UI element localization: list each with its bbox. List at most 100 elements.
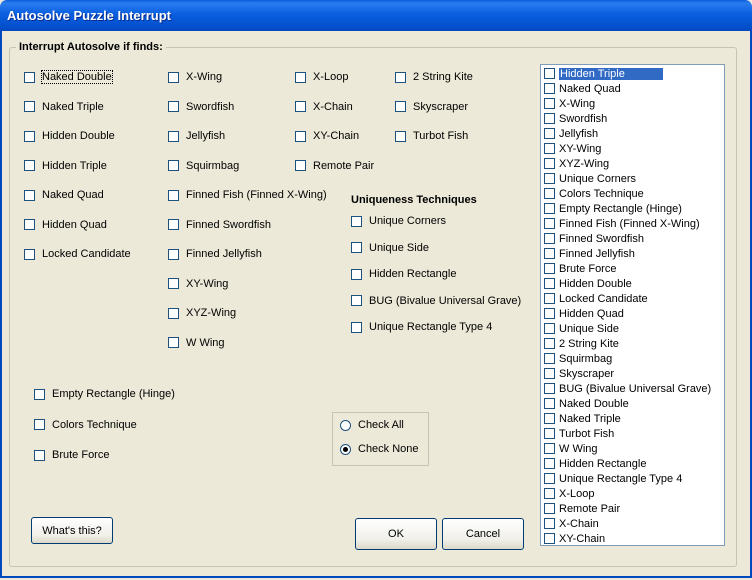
checkbox-unique-corners[interactable]: Unique Corners — [351, 215, 446, 227]
checkbox-box[interactable] — [351, 295, 362, 306]
checkbox-box[interactable] — [395, 71, 406, 83]
list-item-checkbox[interactable] — [544, 458, 555, 469]
checkbox-x-loop[interactable]: X-Loop — [295, 71, 348, 83]
checkbox-box[interactable] — [395, 101, 406, 112]
list-item[interactable]: Squirmbag — [541, 351, 724, 366]
list-item[interactable]: Unique Corners — [541, 171, 724, 186]
checkbox-x-chain[interactable]: X-Chain — [295, 101, 353, 113]
checkbox-remote-pair[interactable]: Remote Pair — [295, 160, 374, 172]
checkbox-brute-force[interactable]: Brute Force — [34, 449, 109, 461]
checkbox-box[interactable] — [168, 337, 179, 348]
list-item[interactable]: Finned Fish (Finned X-Wing) — [541, 216, 724, 231]
list-item-checkbox[interactable] — [544, 113, 555, 124]
list-item-checkbox[interactable] — [544, 443, 555, 454]
checkbox-finned-swordfish[interactable]: Finned Swordfish — [168, 219, 271, 231]
list-item-checkbox[interactable] — [544, 173, 555, 184]
list-item[interactable]: XY-Wing — [541, 141, 724, 156]
list-item[interactable]: Locked Candidate — [541, 291, 724, 306]
list-item[interactable]: Finned Swordfish — [541, 231, 724, 246]
list-item-checkbox[interactable] — [544, 368, 555, 379]
checkbox-xyz-wing[interactable]: XYZ-Wing — [168, 307, 236, 319]
list-item-checkbox[interactable] — [544, 488, 555, 499]
list-item[interactable]: Remote Pair — [541, 501, 724, 516]
checkbox-xy-chain[interactable]: XY-Chain — [295, 130, 359, 142]
list-item[interactable]: W Wing — [541, 441, 724, 456]
checkbox-box[interactable] — [168, 248, 179, 260]
checkbox-w-wing[interactable]: W Wing — [168, 337, 225, 349]
checkbox-box[interactable] — [34, 388, 45, 400]
list-item-checkbox[interactable] — [544, 533, 555, 544]
check-none-radio-dot[interactable] — [340, 443, 351, 455]
list-item-checkbox[interactable] — [544, 83, 555, 94]
title-bar[interactable]: Autosolve Puzzle Interrupt — [0, 0, 752, 31]
list-item-checkbox[interactable] — [544, 383, 555, 394]
checkbox-skyscraper[interactable]: Skyscraper — [395, 101, 468, 113]
checkbox-box[interactable] — [295, 71, 306, 83]
list-item[interactable]: Unique Side — [541, 321, 724, 336]
list-item[interactable]: Brute Force — [541, 261, 724, 276]
list-item-checkbox[interactable] — [544, 278, 555, 289]
checkbox-hidden-quad[interactable]: Hidden Quad — [24, 219, 107, 231]
check-all-radio-dot[interactable] — [340, 419, 351, 431]
checkbox-box[interactable] — [34, 419, 45, 430]
list-item[interactable]: Naked Triple — [541, 411, 724, 426]
checkbox-colors-technique[interactable]: Colors Technique — [34, 419, 137, 431]
list-item-checkbox[interactable] — [544, 308, 555, 319]
checkbox-swordfish[interactable]: Swordfish — [168, 101, 234, 113]
checkbox-naked-triple[interactable]: Naked Triple — [24, 101, 104, 113]
checkbox-hidden-triple[interactable]: Hidden Triple — [24, 160, 107, 172]
checkbox-box[interactable] — [24, 160, 35, 171]
list-item[interactable]: Hidden Quad — [541, 306, 724, 321]
checkbox-box[interactable] — [24, 189, 35, 201]
checkbox-box[interactable] — [168, 219, 179, 230]
list-item[interactable]: X-Chain — [541, 516, 724, 531]
checkbox-finned-fish-finned-x-wing[interactable]: Finned Fish (Finned X-Wing) — [168, 189, 327, 201]
list-item-checkbox[interactable] — [544, 98, 555, 109]
checkbox-hidden-double[interactable]: Hidden Double — [24, 130, 115, 142]
checkbox-box[interactable] — [34, 449, 45, 461]
list-item-checkbox[interactable] — [544, 413, 555, 424]
list-item[interactable]: Hidden Rectangle — [541, 456, 724, 471]
list-item[interactable]: BUG (Bivalue Universal Grave) — [541, 381, 724, 396]
checkbox-jellyfish[interactable]: Jellyfish — [168, 130, 225, 142]
checkbox-hidden-rectangle[interactable]: Hidden Rectangle — [351, 268, 456, 280]
check-all-radio[interactable]: Check All — [340, 419, 404, 431]
checkbox-box[interactable] — [168, 130, 179, 142]
checkbox-naked-double[interactable]: Naked Double — [24, 70, 113, 84]
checkbox-box[interactable] — [351, 268, 362, 280]
checkbox-box[interactable] — [168, 189, 179, 201]
list-item[interactable]: XYZ-Wing — [541, 156, 724, 171]
checkbox-box[interactable] — [24, 71, 35, 83]
checkbox-finned-jellyfish[interactable]: Finned Jellyfish — [168, 248, 262, 260]
checkbox-bug-bivalue-universal-grave[interactable]: BUG (Bivalue Universal Grave) — [351, 295, 521, 307]
list-item-checkbox[interactable] — [544, 218, 555, 229]
list-item-checkbox[interactable] — [544, 518, 555, 529]
checkbox-box[interactable] — [24, 219, 35, 230]
list-item[interactable]: Finned Jellyfish — [541, 246, 724, 261]
list-item-checkbox[interactable] — [544, 428, 555, 439]
checkbox-2-string-kite[interactable]: 2 String Kite — [395, 71, 473, 83]
checkbox-box[interactable] — [24, 248, 35, 260]
list-item[interactable]: Naked Double — [541, 396, 724, 411]
checkbox-locked-candidate[interactable]: Locked Candidate — [24, 248, 131, 260]
list-item-checkbox[interactable] — [544, 323, 555, 334]
checkbox-box[interactable] — [168, 160, 179, 171]
list-item[interactable]: Skyscraper — [541, 366, 724, 381]
checkbox-unique-side[interactable]: Unique Side — [351, 242, 429, 254]
list-item[interactable]: Unique Rectangle Type 4 — [541, 471, 724, 486]
list-item[interactable]: Jellyfish — [541, 126, 724, 141]
checkbox-box[interactable] — [295, 130, 306, 142]
whats-this-button[interactable]: What's this? — [31, 517, 113, 544]
list-item[interactable]: X-Wing — [541, 96, 724, 111]
checkbox-naked-quad[interactable]: Naked Quad — [24, 189, 104, 201]
list-item-checkbox[interactable] — [544, 158, 555, 169]
checkbox-box[interactable] — [168, 278, 179, 289]
cancel-button[interactable]: Cancel — [442, 518, 524, 550]
list-item[interactable]: X-Loop — [541, 486, 724, 501]
list-item-checkbox[interactable] — [544, 473, 555, 484]
checkbox-box[interactable] — [24, 130, 35, 142]
list-item[interactable]: XY-Chain — [541, 531, 724, 545]
check-none-radio[interactable]: Check None — [340, 443, 419, 455]
list-item[interactable]: Swordfish — [541, 111, 724, 126]
list-item-checkbox[interactable] — [544, 233, 555, 244]
